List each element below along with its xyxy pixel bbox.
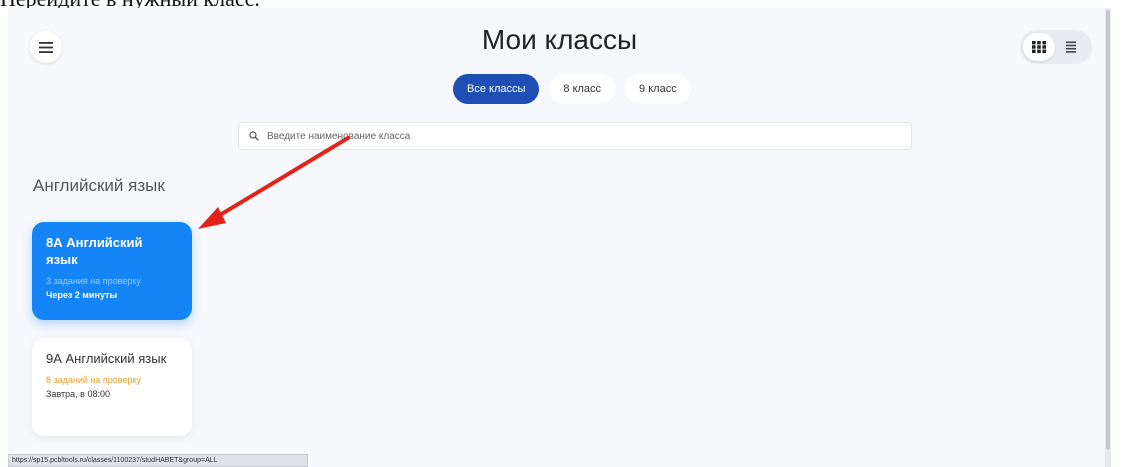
section-title: Английский язык <box>33 176 165 195</box>
class-card-tasks: 8 заданий на проверку <box>46 375 142 385</box>
status-bar-url: https://sp15.pcbltools.ru/classes/110023… <box>8 454 308 467</box>
class-card-title: 9А Английский язык <box>46 351 167 366</box>
class-card-title: 8А Английский язык <box>46 235 143 267</box>
class-card-tasks: 3 задания на проверку <box>46 276 141 286</box>
list-view-button[interactable] <box>1055 33 1087 61</box>
page-title: Мои классы <box>481 24 638 55</box>
tab-8-class[interactable]: 8 класс <box>549 74 616 104</box>
grid-view-button[interactable] <box>1023 33 1055 61</box>
scrollbar-thumb[interactable] <box>1106 10 1110 450</box>
class-card-due: Через 2 минуты <box>46 290 118 300</box>
app-window: Мои классы Все классы 8 класс 9 класс Вв… <box>8 8 1111 467</box>
class-tabs: Все классы 8 класс 9 класс <box>453 74 691 104</box>
tab-all-classes[interactable]: Все классы <box>453 74 540 104</box>
class-card-8a[interactable]: 8А Английский язык 3 задания на проверку… <box>32 222 192 320</box>
class-card-due: Завтра, в 08:00 <box>46 389 110 399</box>
view-toggle <box>1020 30 1092 64</box>
grid-icon <box>1032 41 1046 53</box>
annotation-arrow <box>198 136 350 229</box>
tab-9-class[interactable]: 9 класс <box>625 74 691 104</box>
list-icon <box>1066 41 1076 53</box>
class-card-9a[interactable]: 9А Английский язык 8 заданий на проверку… <box>32 338 192 436</box>
scrollbar[interactable] <box>1105 8 1111 467</box>
